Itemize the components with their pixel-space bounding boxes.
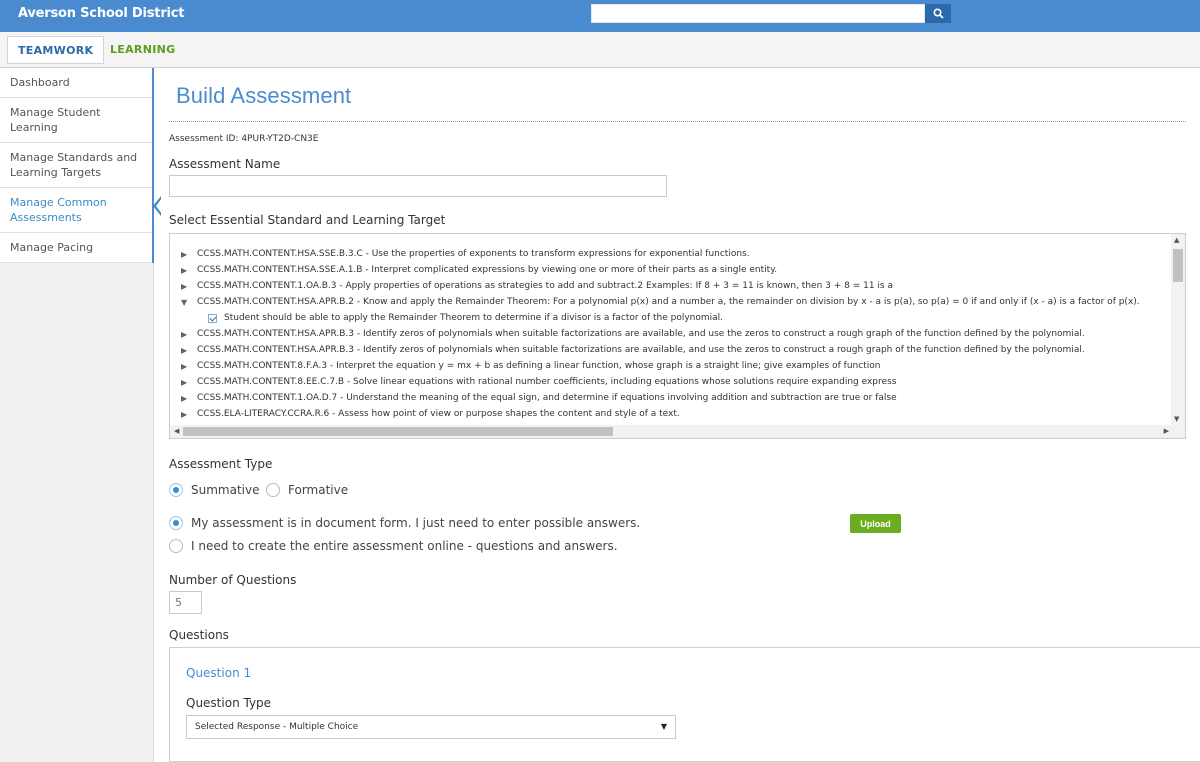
question-type-value: Selected Response - Multiple Choice — [195, 722, 359, 732]
radio-online-form-label: I need to create the entire assessment o… — [191, 539, 618, 553]
radio-summative[interactable] — [169, 483, 183, 497]
sidebar-item-manage-student-learning[interactable]: Manage Student Learning — [0, 98, 152, 143]
document-form-option[interactable]: My assessment is in document form. I jus… — [169, 516, 640, 530]
scroll-down-icon[interactable]: ▼ — [1174, 415, 1179, 423]
standard-item[interactable]: ▼ CCSS.MATH.CONTENT.HSA.APR.B.2 - Know an… — [181, 294, 1171, 310]
vertical-scrollbar[interactable]: ▲ ▼ — [1171, 234, 1185, 425]
caret-right-icon[interactable]: ▶ — [181, 266, 197, 275]
search-input[interactable] — [591, 4, 925, 23]
learning-target-item[interactable]: Student should be able to apply the Rema… — [181, 310, 1171, 326]
assessment-id: Assessment ID: 4PUR-YT2D-CN3E — [169, 134, 319, 144]
question-type-label: Question Type — [186, 696, 272, 710]
horizontal-scroll-thumb[interactable] — [183, 427, 613, 436]
top-bar: Averson School District — [0, 0, 1200, 32]
num-questions-label: Number of Questions — [169, 573, 297, 587]
sidebar-menu: Dashboard Manage Student Learning Manage… — [0, 68, 162, 263]
standard-item[interactable]: ▶ CCSS.MATH.CONTENT.HSA.SSE.B.3.C - Use t… — [181, 246, 1171, 262]
caret-right-icon[interactable]: ▶ — [181, 346, 197, 355]
standard-text: CCSS.MATH.CONTENT.HSA.SSE.B.3.C - Use th… — [197, 249, 750, 259]
search-button[interactable] — [925, 4, 951, 23]
sidebar-item-manage-pacing[interactable]: Manage Pacing — [0, 233, 152, 263]
online-form-option[interactable]: I need to create the entire assessment o… — [169, 539, 618, 553]
brand-title[interactable]: Averson School District — [18, 6, 185, 21]
search-bar — [591, 4, 951, 23]
title-divider — [169, 121, 1186, 122]
scroll-right-icon[interactable]: ▶ — [1164, 427, 1169, 435]
standard-text: CCSS.ELA-LITERACY.CCRA.R.6 - Assess how … — [197, 409, 680, 419]
scroll-up-icon[interactable]: ▲ — [1174, 236, 1179, 244]
radio-online-form[interactable] — [169, 539, 183, 553]
caret-right-icon[interactable]: ▶ — [181, 362, 197, 371]
caret-right-icon[interactable]: ▶ — [181, 250, 197, 259]
caret-down-icon[interactable]: ▼ — [181, 298, 197, 307]
assessment-type-label: Assessment Type — [169, 457, 273, 471]
standard-item[interactable]: ▶ CCSS.MATH.CONTENT.HSA.APR.B.3 - Identif… — [181, 342, 1171, 358]
num-questions-input[interactable]: 5 — [169, 591, 202, 614]
standard-text: CCSS.MATH.CONTENT.HSA.APR.B.3 - Identify… — [197, 345, 1085, 355]
learning-target-checkbox[interactable] — [208, 313, 217, 323]
standard-select-label: Select Essential Standard and Learning T… — [169, 213, 446, 227]
type-summative-option[interactable]: Summative — [169, 483, 259, 497]
radio-document-form-label: My assessment is in document form. I jus… — [191, 516, 641, 530]
module-nav: TEAMWORK LEARNING — [0, 32, 1200, 68]
question-title[interactable]: Question 1 — [186, 666, 251, 680]
upload-button[interactable]: Upload — [850, 514, 901, 533]
standards-tree-list: ▶ CCSS.MATH.CONTENT.HSA.SSE.B.3.C - Use t… — [181, 246, 1171, 422]
sidebar-item-dashboard[interactable]: Dashboard — [0, 68, 152, 98]
standard-text: CCSS.MATH.CONTENT.8.F.A.3 - Interpret th… — [197, 361, 881, 371]
search-icon — [932, 8, 944, 19]
sidebar-item-manage-common-assessments[interactable]: Manage Common Assessments — [0, 188, 162, 233]
question-panel: Question 1 Question Type Selected Respon… — [169, 647, 1200, 762]
page-title: Build Assessment — [176, 83, 352, 108]
caret-right-icon[interactable]: ▶ — [181, 378, 197, 387]
radio-summative-label: Summative — [191, 483, 260, 497]
standards-tree: ▶ CCSS.MATH.CONTENT.HSA.SSE.B.3.C - Use t… — [169, 233, 1186, 439]
standard-text: CCSS.MATH.CONTENT.HSA.APR.B.2 - Know and… — [197, 297, 1140, 307]
chevron-down-icon: ▼ — [660, 722, 667, 731]
sidebar: Dashboard Manage Student Learning Manage… — [0, 68, 162, 762]
standard-text: CCSS.MATH.CONTENT.8.EE.C.7.B - Solve lin… — [197, 377, 897, 387]
standard-text: Student should be able to apply the Rema… — [224, 313, 724, 323]
radio-formative-label: Formative — [288, 483, 349, 497]
standard-item[interactable]: ▶ CCSS.ELA-LITERACY.CCRA.R.6 - Assess how… — [181, 406, 1171, 422]
caret-right-icon[interactable]: ▶ — [181, 394, 197, 403]
standard-text: CCSS.MATH.CONTENT.HSA.SSE.A.1.B - Interp… — [197, 265, 778, 275]
caret-right-icon[interactable]: ▶ — [181, 330, 197, 339]
standard-item[interactable]: ▶ CCSS.MATH.CONTENT.HSA.SSE.A.1.B - Inter… — [181, 262, 1171, 278]
caret-right-icon[interactable]: ▶ — [181, 282, 197, 291]
standard-item[interactable]: ▶ CCSS.MATH.CONTENT.1.OA.B.3 - Apply prop… — [181, 278, 1171, 294]
assessment-name-label: Assessment Name — [169, 157, 281, 171]
radio-document-form[interactable] — [169, 516, 183, 530]
sidebar-item-manage-standards[interactable]: Manage Standards and Learning Targets — [0, 143, 152, 188]
standard-text: CCSS.MATH.CONTENT.HSA.APR.B.3 - Identify… — [197, 329, 1085, 339]
standard-item[interactable]: ▶ CCSS.MATH.CONTENT.8.F.A.3 - Interpret t… — [181, 358, 1171, 374]
standard-item[interactable]: ▶ CCSS.MATH.CONTENT.HSA.APR.B.3 - Identif… — [181, 326, 1171, 342]
tab-learning[interactable]: LEARNING — [100, 36, 185, 64]
questions-label: Questions — [169, 628, 229, 642]
vertical-scroll-thumb[interactable] — [1173, 249, 1183, 282]
type-formative-option[interactable]: Formative — [266, 483, 348, 497]
standard-text: CCSS.MATH.CONTENT.1.OA.B.3 - Apply prope… — [197, 281, 893, 291]
tab-teamwork[interactable]: TEAMWORK — [7, 36, 105, 64]
standard-item[interactable]: ▶ CCSS.MATH.CONTENT.8.EE.C.7.B - Solve li… — [181, 374, 1171, 390]
question-type-select[interactable]: Selected Response - Multiple Choice ▼ — [186, 715, 676, 739]
standard-text: CCSS.MATH.CONTENT.1.OA.D.7 - Understand … — [197, 393, 897, 403]
scroll-left-icon[interactable]: ◀ — [174, 427, 179, 435]
radio-formative[interactable] — [266, 483, 280, 497]
horizontal-scrollbar[interactable]: ◀ ▶ — [170, 425, 1185, 438]
standard-item[interactable]: ▶ CCSS.MATH.CONTENT.1.OA.D.7 - Understand… — [181, 390, 1171, 406]
main-content: Build Assessment Assessment ID: 4PUR-YT2… — [169, 68, 1200, 762]
assessment-name-input[interactable] — [169, 175, 667, 197]
caret-right-icon[interactable]: ▶ — [181, 410, 197, 419]
